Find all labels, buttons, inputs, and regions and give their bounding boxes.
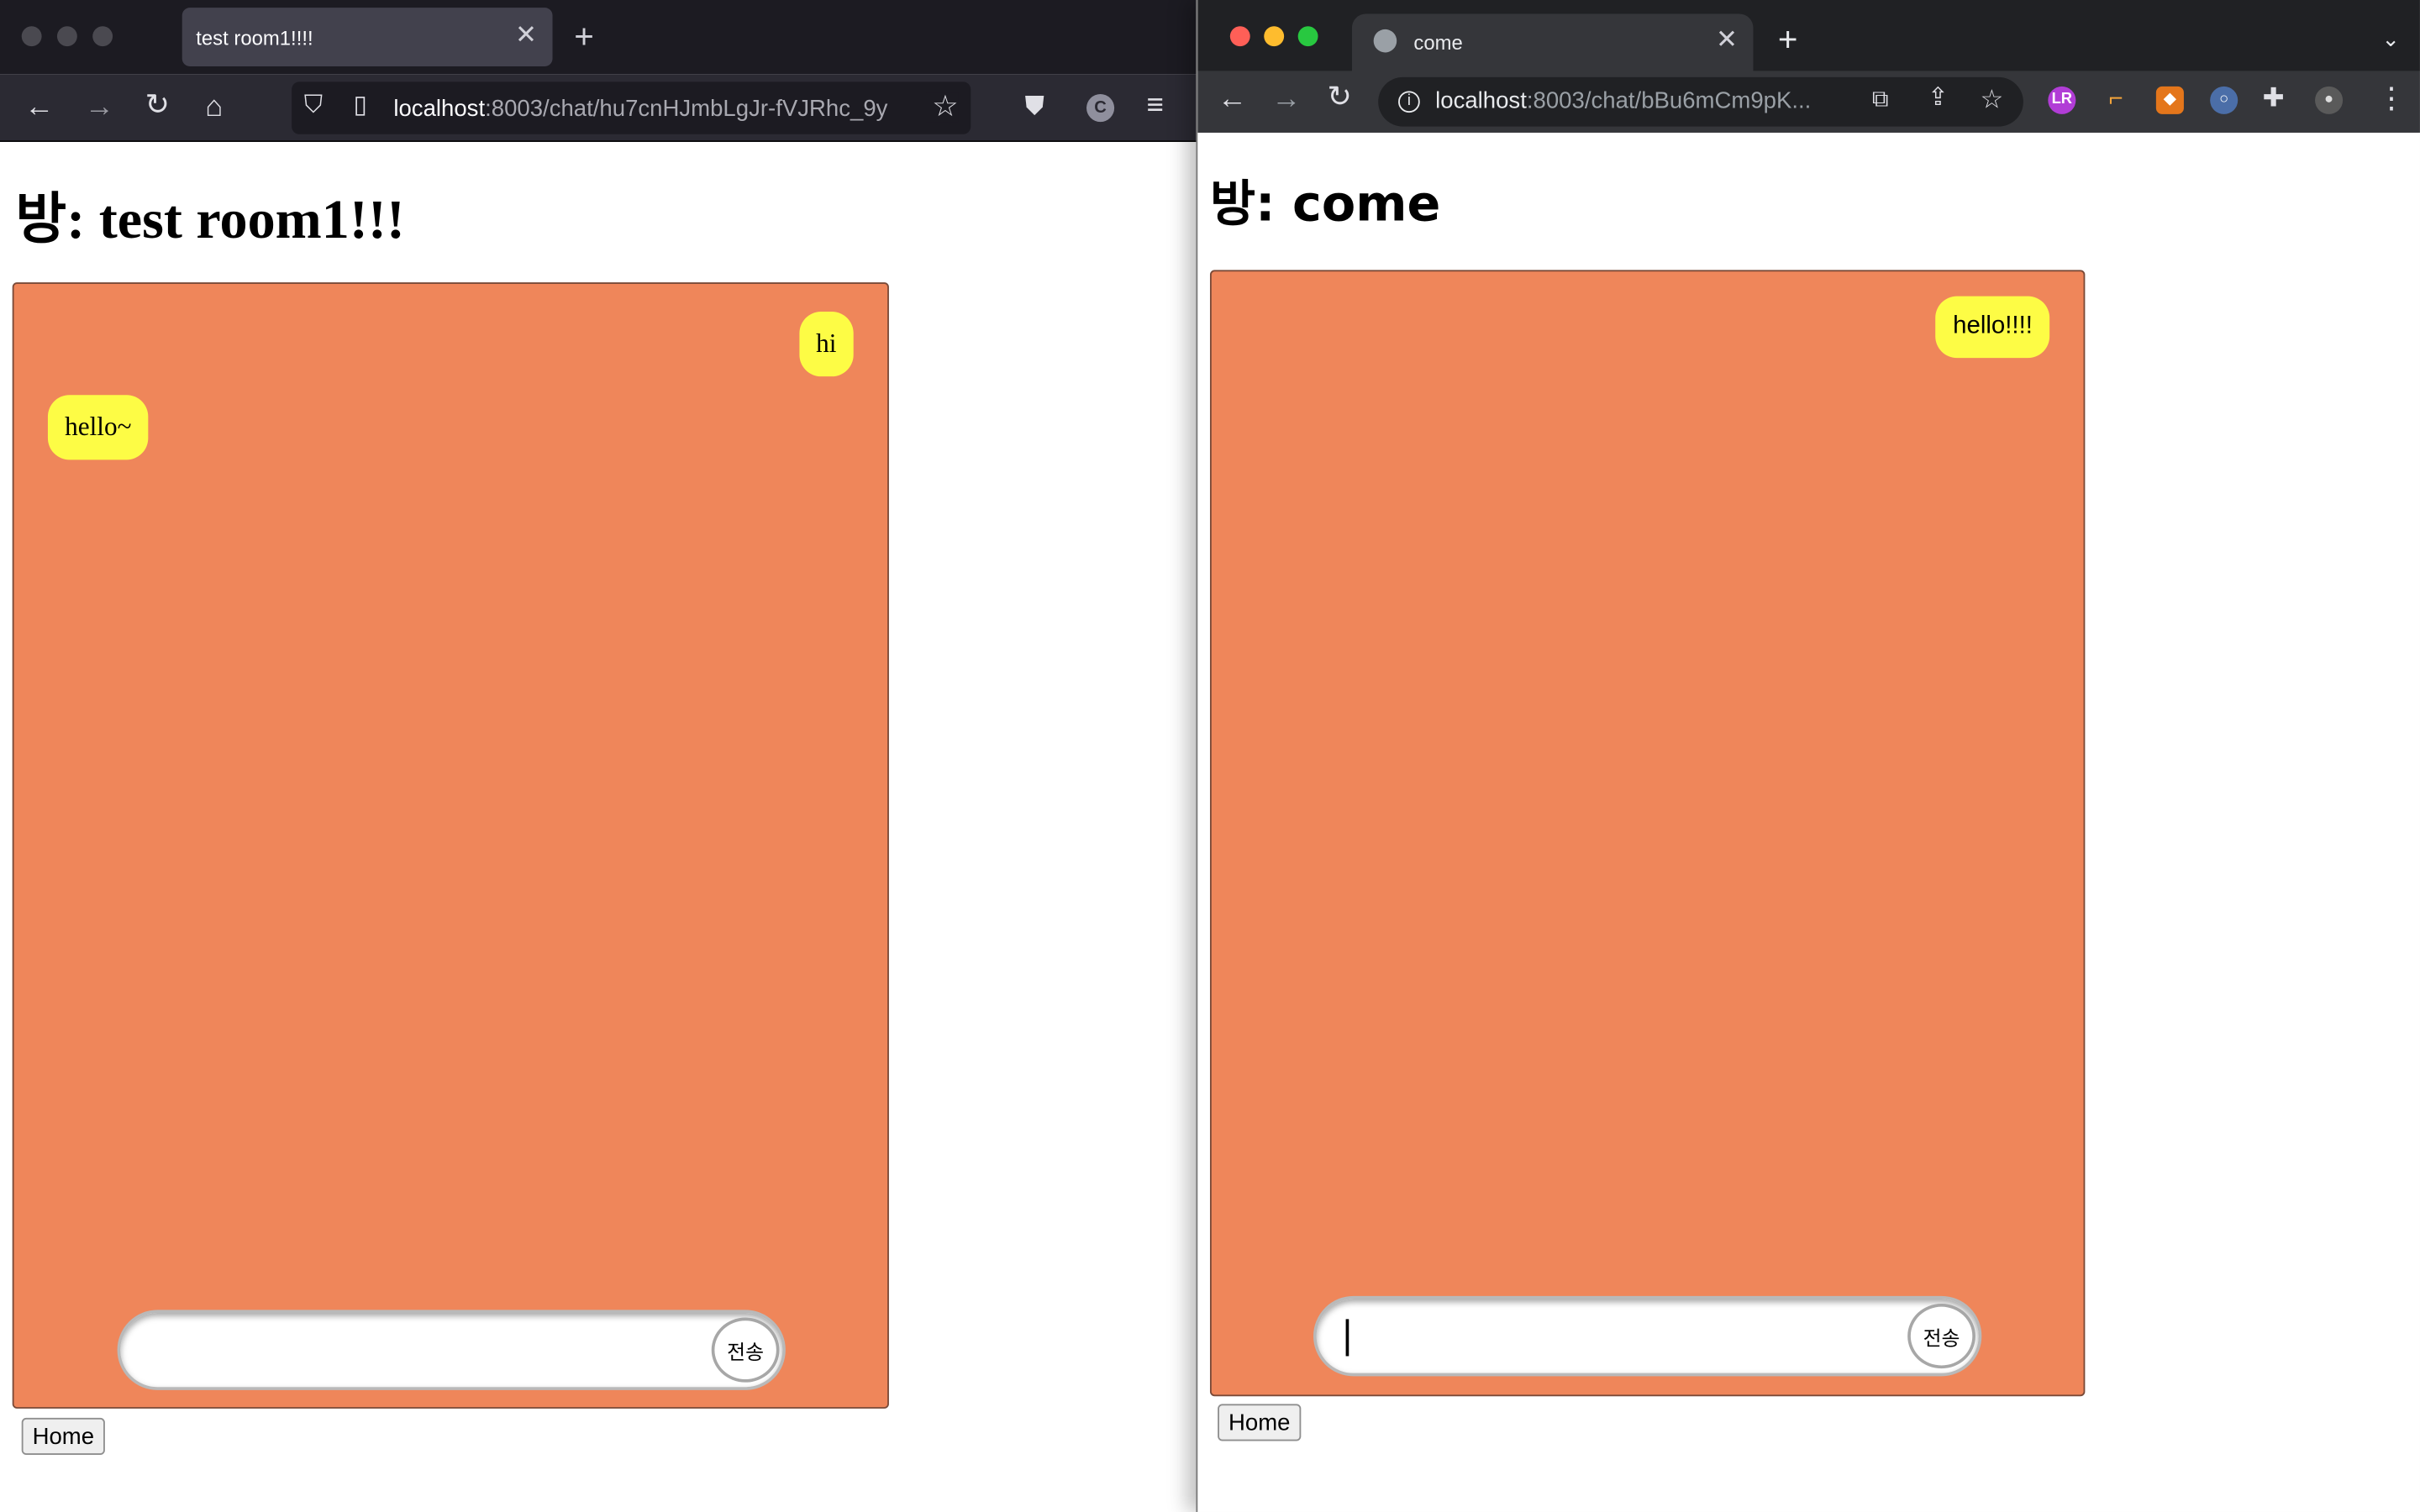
bookmark-star-icon[interactable]: ☆: [1980, 87, 2003, 113]
forward-icon[interactable]: →: [85, 92, 114, 122]
page-title: 방: test room1!!!: [15, 188, 405, 250]
close-tab-icon[interactable]: ✕: [1716, 24, 1738, 55]
close-window-button[interactable]: [21, 26, 42, 47]
chat-box: hi hello~ 전송: [12, 282, 889, 1409]
forward-icon[interactable]: →: [1271, 85, 1301, 114]
message-bubble-received: hello~: [47, 395, 149, 460]
page-icon: ▯: [353, 92, 367, 119]
chrome-tab-bar: come ✕ + ⌄: [1197, 0, 2420, 71]
zoom-window-button[interactable]: [92, 26, 113, 47]
tab-title: test room1!!!!: [196, 26, 313, 50]
minimize-window-button[interactable]: [1264, 26, 1285, 47]
back-icon[interactable]: ←: [1218, 85, 1247, 114]
more-menu-icon[interactable]: ⋮: [2377, 85, 2407, 114]
chevron-down-icon[interactable]: ⌄: [2382, 26, 2401, 52]
tab-title: come: [1413, 30, 1463, 55]
home-button[interactable]: Home: [1218, 1404, 1302, 1441]
extension-icon[interactable]: C: [1086, 94, 1115, 123]
url-text: localhost:8003/chat/bBu6mCm9pK...: [1435, 87, 1812, 114]
zoom-window-button[interactable]: [1297, 26, 1318, 47]
send-button[interactable]: 전송: [1907, 1304, 1975, 1369]
message-bubble-sent: hello!!!!: [1935, 296, 2050, 359]
globe-icon: [1373, 29, 1397, 53]
metamask-fox-icon[interactable]: ◆: [2155, 86, 2184, 114]
chrome-nav-bar: ← → ↻ i localhost:8003/chat/bBu6mCm9pK..…: [1197, 71, 2420, 133]
message-input-wrapper: 전송: [117, 1310, 786, 1390]
send-button[interactable]: 전송: [711, 1317, 780, 1383]
extension-pick-icon[interactable]: ⌐: [2102, 87, 2130, 114]
message-input-wrapper: 전송: [1313, 1295, 1982, 1377]
extension-lr-icon[interactable]: LR: [2048, 86, 2076, 114]
pocket-icon[interactable]: ⛊: [1025, 92, 1044, 118]
minimize-window-button[interactable]: [56, 26, 77, 47]
new-tab-icon[interactable]: +: [574, 17, 594, 57]
shield-icon[interactable]: ⛉: [304, 93, 323, 118]
reload-icon[interactable]: ↻: [145, 91, 170, 120]
firefox-tab-bar: test room1!!!! ✕ +: [0, 0, 1197, 75]
url-text: localhost:8003/chat/hu7cnHJmbLgJr-fVJRhc…: [393, 95, 888, 123]
window-controls: [1229, 26, 1318, 47]
window-controls: [21, 26, 113, 47]
new-tab-icon[interactable]: +: [1778, 20, 1798, 60]
address-bar[interactable]: i localhost:8003/chat/bBu6mCm9pK... ⧉ ⇪ …: [1378, 76, 2023, 127]
share-icon[interactable]: ⇪: [1928, 86, 1949, 111]
firefox-window: test room1!!!! ✕ + ← → ↻ ⌂ ⛉ ▯ localhost…: [0, 0, 1197, 1512]
chrome-window: come ✕ + ⌄ ← → ↻ i localhost:8003/chat/b…: [1196, 0, 2420, 1512]
site-info-icon[interactable]: i: [1398, 91, 1420, 113]
message-bubble-sent: hi: [798, 312, 854, 377]
reload-icon[interactable]: ↻: [1328, 83, 1352, 113]
puzzle-extensions-icon[interactable]: ✚: [2263, 85, 2285, 111]
home-icon[interactable]: ⌂: [205, 92, 223, 122]
extension-ring-icon[interactable]: ○: [2210, 86, 2238, 114]
message-input[interactable]: [1341, 1314, 1881, 1358]
profile-avatar[interactable]: ●: [2315, 86, 2344, 114]
message-input[interactable]: [145, 1328, 686, 1372]
back-icon[interactable]: ←: [24, 92, 54, 122]
close-window-button[interactable]: [1229, 26, 1250, 47]
tab-active[interactable]: come ✕: [1351, 13, 1754, 71]
address-bar[interactable]: ⛉ ▯ localhost:8003/chat/hu7cnHJmbLgJr-fV…: [292, 81, 971, 134]
menu-icon[interactable]: ≡: [1147, 91, 1164, 120]
firefox-nav-bar: ← → ↻ ⌂ ⛉ ▯ localhost:8003/chat/hu7cnHJm…: [0, 74, 1197, 142]
bookmark-star-icon[interactable]: ☆: [925, 92, 959, 123]
translate-icon[interactable]: ⧉: [1872, 88, 1889, 112]
home-button[interactable]: Home: [21, 1417, 105, 1456]
page-title: 방: come: [1209, 174, 1441, 234]
tab-active[interactable]: test room1!!!! ✕: [182, 8, 553, 66]
close-tab-icon[interactable]: ✕: [515, 20, 537, 51]
chat-box: hello!!!! 전송: [1209, 270, 2086, 1397]
